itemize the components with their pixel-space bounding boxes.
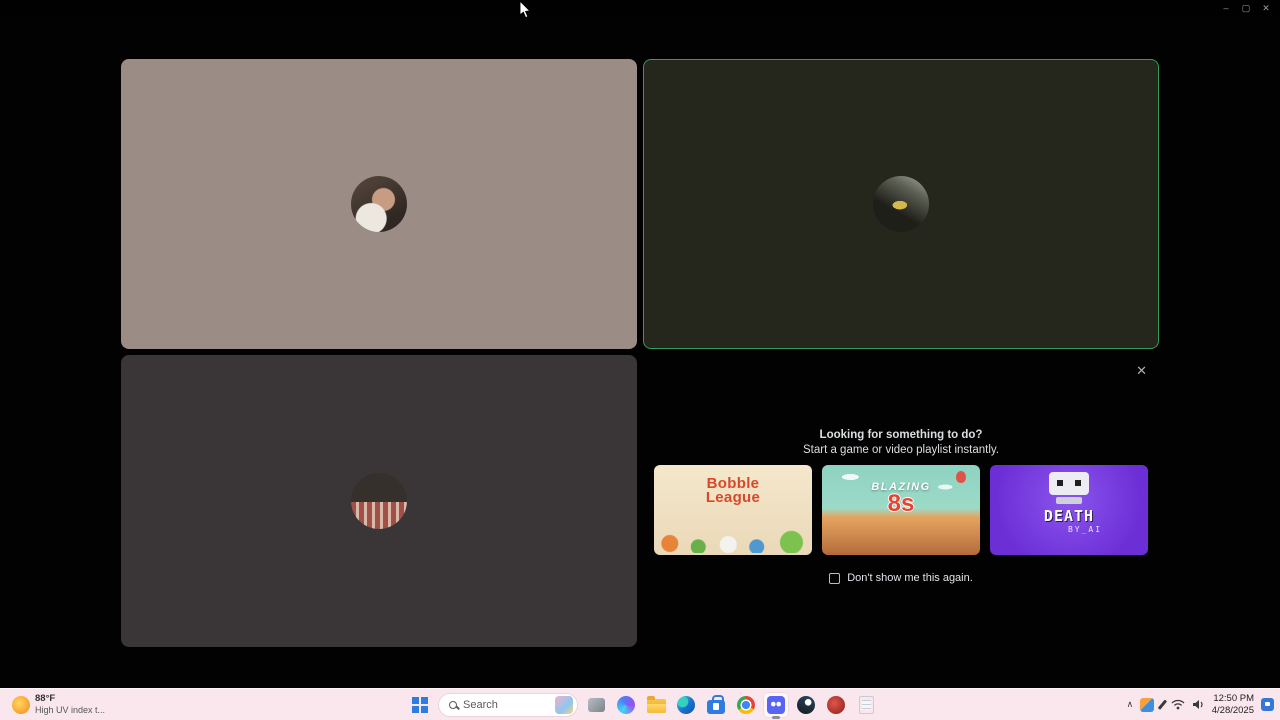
tray-date: 4/28/2025 xyxy=(1211,704,1254,716)
dismiss-row[interactable]: Don't show me this again. xyxy=(829,572,973,584)
search-highlight-icon xyxy=(555,695,573,714)
chrome-button[interactable] xyxy=(734,693,758,717)
chrome-icon xyxy=(737,695,755,714)
weather-widget[interactable]: 88°F High UV index t... xyxy=(6,689,111,720)
participant-tile-speaking[interactable] xyxy=(643,59,1159,349)
hidden-icons-chevron[interactable]: ∧ xyxy=(1127,699,1134,710)
participant-avatar xyxy=(873,176,929,232)
voice-call-grid: ✕ Looking for something to do? Start a g… xyxy=(121,59,1159,647)
system-tray: ∧ 12:50 PM 4/28/2025 xyxy=(1127,689,1274,720)
game-title: BLAZING 8s xyxy=(822,481,980,517)
taskbar-center-apps: Search xyxy=(408,689,878,720)
file-explorer-icon xyxy=(646,695,666,713)
tray-app-icon[interactable] xyxy=(1140,697,1155,712)
windows-taskbar: 88°F High UV index t... Search ∧ 12:50 P… xyxy=(0,688,1280,720)
discord-icon xyxy=(767,695,785,714)
copilot-button[interactable] xyxy=(614,693,638,717)
file-explorer-button[interactable] xyxy=(644,693,668,717)
pen-icon[interactable] xyxy=(1157,699,1167,710)
mouse-cursor xyxy=(519,0,531,24)
volume-icon[interactable] xyxy=(1192,699,1205,710)
game-card-death-by-ai[interactable]: DEATH BY_AI xyxy=(990,465,1148,555)
notification-icon[interactable] xyxy=(1261,698,1274,711)
dont-show-again-checkbox[interactable] xyxy=(829,572,841,584)
game-title: Bobble League xyxy=(654,476,812,506)
close-icon[interactable]: ✕ xyxy=(1136,364,1147,377)
active-app-indicator xyxy=(772,716,780,719)
participant-tile[interactable] xyxy=(121,59,637,349)
discord-button-active[interactable] xyxy=(764,692,788,719)
edge-button[interactable] xyxy=(674,693,698,717)
search-box[interactable]: Search xyxy=(438,692,578,717)
game-title: DEATH BY_AI xyxy=(990,507,1148,534)
weather-text: 88°F High UV index t... xyxy=(35,692,106,715)
promo-subheading: Start a game or video playlist instantly… xyxy=(802,444,1000,456)
notepad-icon xyxy=(858,695,874,714)
red-app-icon xyxy=(827,695,845,714)
game-cards-row: Bobble League BLAZING 8s DEATH BY_AI xyxy=(654,465,1148,555)
red-app-button[interactable] xyxy=(824,693,848,717)
notepad-button[interactable] xyxy=(854,693,878,717)
robot-body-art xyxy=(1056,497,1082,504)
clock[interactable]: 12:50 PM 4/28/2025 xyxy=(1212,693,1254,716)
copilot-icon xyxy=(617,695,635,714)
robot-head-art xyxy=(1049,472,1089,495)
steam-button[interactable] xyxy=(794,693,818,717)
game-card-blazing-8s[interactable]: BLAZING 8s xyxy=(822,465,980,555)
game-title-line2: BY_AI xyxy=(1067,525,1103,534)
promo-heading-block: Looking for something to do? Start a gam… xyxy=(803,429,999,456)
tray-time: 12:50 PM xyxy=(1213,693,1254,705)
steam-icon xyxy=(797,695,815,714)
store-button[interactable] xyxy=(704,693,728,717)
wifi-icon[interactable] xyxy=(1171,699,1185,710)
window-controls: – ▢ ✕ xyxy=(1216,0,1280,16)
sun-icon xyxy=(12,695,30,714)
search-icon xyxy=(449,700,457,709)
store-icon xyxy=(707,694,725,714)
promo-heading: Looking for something to do? xyxy=(819,429,983,441)
task-view-icon xyxy=(587,697,605,712)
dismiss-label: Don't show me this again. xyxy=(847,572,973,584)
game-title-line2: League xyxy=(705,489,761,506)
task-view-button[interactable] xyxy=(584,693,608,717)
start-button[interactable] xyxy=(408,693,432,717)
search-placeholder: Search xyxy=(463,698,498,711)
game-card-bobble-league[interactable]: Bobble League xyxy=(654,465,812,555)
activity-promo-panel: ✕ Looking for something to do? Start a g… xyxy=(643,355,1159,647)
windows-logo-icon xyxy=(412,696,428,713)
edge-icon xyxy=(677,695,695,714)
participant-tile[interactable] xyxy=(121,355,637,647)
robot-art xyxy=(1047,472,1091,504)
maximize-button[interactable]: ▢ xyxy=(1236,0,1256,16)
window-titlebar: – ▢ ✕ xyxy=(0,0,1280,16)
weather-temperature: 88°F xyxy=(35,692,56,704)
game-title-line1: DEATH xyxy=(1043,507,1095,525)
game-art-characters xyxy=(654,525,812,553)
participant-avatar xyxy=(351,473,407,529)
participant-avatar xyxy=(351,176,407,232)
weather-description: High UV index t... xyxy=(35,704,106,715)
close-button[interactable]: ✕ xyxy=(1256,0,1276,16)
minimize-button[interactable]: – xyxy=(1216,0,1236,16)
game-title-line2: 8s xyxy=(887,490,915,517)
